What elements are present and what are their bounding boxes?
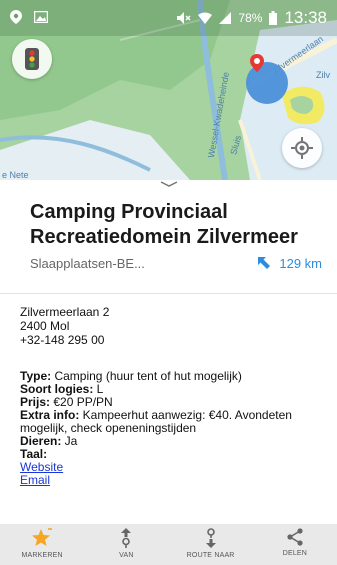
detail-taal: Taal: [20, 448, 330, 461]
detail-label: Prijs: [20, 395, 51, 409]
website-link[interactable]: Website [20, 461, 330, 474]
detail-dieren: Dieren: Ja [20, 435, 330, 448]
route-from-button[interactable]: VAN [86, 528, 166, 559]
direction-arrow-icon [258, 257, 271, 269]
map-pin-icon [250, 54, 264, 72]
place-category: Slaapplaatsen-BE... [30, 255, 145, 271]
place-subheader: Slaapplaatsen-BE... 129 km [30, 252, 322, 274]
mark-button[interactable]: MARKEREN [2, 528, 82, 559]
email-link[interactable]: Email [20, 474, 330, 487]
address-line: 2400 Mol [20, 319, 70, 333]
share-icon [287, 528, 303, 546]
route-from-icon [121, 528, 132, 548]
detail-extra: Extra info: Kampeerhut aanwezig: €40. Av… [20, 409, 330, 435]
status-bar: 78% 13:38 [0, 0, 337, 36]
star-icon [32, 528, 53, 546]
place-details: Type: Camping (huur tent of hut mogelijk… [20, 370, 330, 487]
detail-label: Extra info: [20, 408, 80, 422]
my-location-button[interactable] [282, 128, 322, 168]
route-to-button[interactable]: ROUTE NAAR [171, 528, 251, 559]
clock: 13:38 [284, 8, 327, 27]
action-label: VAN [119, 552, 134, 559]
detail-label: Dieren: [20, 434, 62, 448]
action-bar: MARKEREN VAN ROUTE NAAR DELEN [0, 524, 337, 565]
detail-value: L [93, 382, 104, 396]
detail-value: €20 PP/PN [50, 395, 113, 409]
wifi-icon [198, 12, 213, 24]
image-status-icon [34, 11, 48, 23]
action-label: MARKEREN [21, 552, 63, 559]
detail-value: Camping (huur tent of hut mogelijk) [51, 369, 242, 383]
mute-icon [177, 12, 191, 24]
traffic-layer-button[interactable] [12, 39, 52, 79]
address-line: Zilvermeerlaan 2 [20, 305, 110, 319]
phone-number[interactable]: +32-148 295 00 [20, 333, 109, 347]
chevron-down-icon[interactable] [160, 180, 178, 188]
location-status-icon [10, 10, 22, 24]
detail-value: Ja [61, 434, 78, 448]
signal-icon [219, 12, 232, 24]
place-title: Camping Provinciaal Recreatiedomein Zilv… [30, 201, 298, 248]
action-label: ROUTE NAAR [186, 552, 235, 559]
battery-percent: 78% [238, 11, 263, 25]
map-view[interactable]: Zilvermeerlaan Wessel-Kwadeheinde Sluis … [0, 0, 337, 180]
place-address: Zilvermeerlaan 2 2400 Mol +32-148 295 00 [20, 305, 109, 347]
divider [0, 293, 337, 294]
distance-value: 129 km [279, 255, 322, 271]
detail-label: Taal: [20, 447, 48, 461]
detail-label: Soort logies: [20, 382, 94, 396]
map-label-place: e Nete [2, 170, 29, 180]
crosshair-icon [291, 137, 313, 159]
place-distance: 129 km [257, 256, 322, 271]
traffic-light-icon [25, 48, 39, 70]
detail-label: Type: [20, 369, 52, 383]
route-to-icon [205, 528, 216, 548]
action-label: DELEN [282, 550, 308, 557]
battery-icon [269, 11, 278, 25]
share-button[interactable]: DELEN [255, 528, 335, 557]
map-label-place: Zilv [316, 70, 330, 80]
